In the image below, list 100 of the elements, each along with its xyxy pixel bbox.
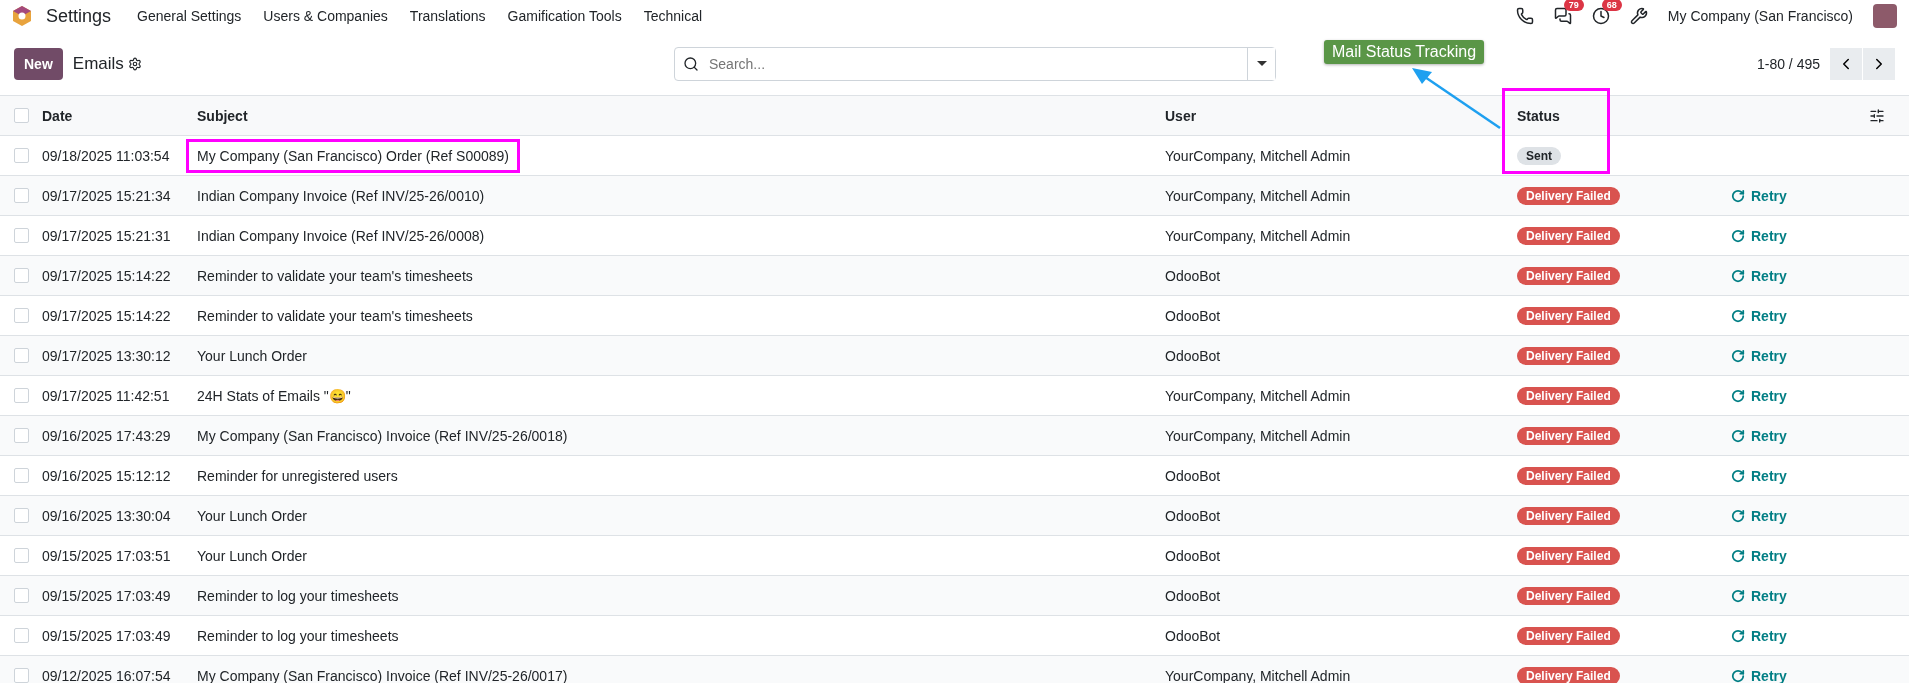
- table-cell-text: 09/17/2025 15:21:31: [42, 227, 172, 244]
- retry-button[interactable]: Retry: [1731, 227, 1787, 244]
- new-button[interactable]: New: [14, 47, 63, 80]
- refresh-icon: [1731, 668, 1745, 683]
- refresh-icon: [1731, 268, 1745, 283]
- previous-button[interactable]: [1830, 47, 1862, 80]
- row-checkbox[interactable]: [14, 508, 29, 523]
- status-badge: Delivery Failed: [1517, 506, 1620, 525]
- row-checkbox[interactable]: [14, 428, 29, 443]
- row-checkbox[interactable]: [14, 548, 29, 563]
- refresh-icon: [1731, 308, 1745, 323]
- phone-icon[interactable]: [1515, 7, 1534, 25]
- table-cell-text: Your Lunch Order: [196, 506, 308, 526]
- next-button[interactable]: [1863, 47, 1895, 80]
- status-badge: Delivery Failed: [1517, 266, 1620, 285]
- row-checkbox[interactable]: [14, 628, 29, 643]
- column-header[interactable]: Subject: [197, 107, 248, 124]
- table-cell-text: 09/17/2025 15:14:22: [42, 267, 172, 284]
- menu-item[interactable]: Technical: [643, 8, 703, 24]
- refresh-icon: [1731, 188, 1745, 203]
- table-cell-text: 09/16/2025 17:43:29: [42, 427, 172, 444]
- table-cell-text: 09/15/2025 17:03:51: [42, 547, 172, 564]
- table-cell-text: OdooBot: [1165, 587, 1222, 604]
- retry-button[interactable]: Retry: [1731, 627, 1787, 644]
- retry-button[interactable]: Retry: [1731, 267, 1787, 284]
- table-cell-text: 24H Stats of Emails "😄": [196, 386, 352, 406]
- retry-button[interactable]: Retry: [1731, 547, 1787, 564]
- table-cell-text: OdooBot: [1165, 627, 1222, 644]
- row-checkbox[interactable]: [14, 588, 29, 603]
- status-badge: Delivery Failed: [1517, 306, 1620, 325]
- row-checkbox[interactable]: [14, 268, 29, 283]
- table-cell-text: 09/15/2025 17:03:49: [42, 587, 172, 604]
- status-badge: Delivery Failed: [1517, 346, 1620, 365]
- row-checkbox[interactable]: [14, 468, 29, 483]
- status-badge: Delivery Failed: [1517, 186, 1620, 205]
- search-field[interactable]: Search...: [674, 46, 1276, 81]
- table-cell-text: Indian Company Invoice (Ref INV/25-26/0008): [196, 226, 486, 246]
- status-badge: Delivery Failed: [1517, 586, 1620, 605]
- refresh-icon: [1731, 468, 1745, 483]
- retry-button[interactable]: Retry: [1731, 347, 1787, 364]
- table-cell-text: 09/17/2025 15:14:22: [42, 307, 172, 324]
- retry-button[interactable]: Retry: [1731, 187, 1787, 204]
- row-checkbox[interactable]: [14, 308, 29, 323]
- avatar[interactable]: [1873, 4, 1897, 28]
- retry-button[interactable]: Retry: [1731, 507, 1787, 524]
- refresh-icon: [1731, 388, 1745, 403]
- table-cell-text: YourCompany, Mitchell Admin: [1165, 147, 1352, 164]
- menu-item[interactable]: Gamification Tools: [507, 8, 622, 24]
- table-cell-text: OdooBot: [1165, 307, 1222, 324]
- table-cell-text: Indian Company Invoice (Ref INV/25-26/0010): [196, 186, 486, 206]
- refresh-icon: [1731, 548, 1745, 563]
- column-header[interactable]: User: [1165, 107, 1197, 124]
- table-cell: My Company (San Francisco) Order (Ref S00089): [189, 141, 517, 170]
- table-cell-text: My Company (San Francisco) Invoice (Ref INV/25-26/0018): [196, 426, 569, 446]
- refresh-icon: [1731, 428, 1745, 443]
- retry-button[interactable]: Retry: [1731, 587, 1787, 604]
- row-checkbox[interactable]: [14, 228, 29, 243]
- refresh-icon: [1731, 228, 1745, 243]
- chat-icon[interactable]: [1553, 7, 1572, 25]
- tools-icon[interactable]: [1629, 7, 1648, 25]
- annotation-callout: Mail Status Tracking: [1324, 40, 1485, 64]
- count-badge: 79: [1563, 0, 1584, 11]
- refresh-icon: [1731, 508, 1745, 523]
- refresh-icon: [1731, 628, 1745, 643]
- table-cell-text: OdooBot: [1165, 347, 1222, 364]
- row-checkbox[interactable]: [14, 188, 29, 203]
- retry-button[interactable]: Retry: [1731, 307, 1787, 324]
- column-header[interactable]: Date: [42, 107, 73, 124]
- status-badge: Sent: [1517, 146, 1561, 165]
- row-checkbox[interactable]: [14, 668, 29, 683]
- row-checkbox[interactable]: [14, 148, 29, 163]
- retry-button[interactable]: Retry: [1731, 667, 1787, 683]
- table-cell-text: 09/17/2025 15:21:34: [42, 187, 172, 204]
- row-checkbox[interactable]: [14, 348, 29, 363]
- retry-button[interactable]: Retry: [1731, 467, 1787, 484]
- retry-button[interactable]: Retry: [1731, 427, 1787, 444]
- select-all-checkbox[interactable]: [14, 108, 29, 123]
- app-logo-icon: [12, 5, 32, 27]
- menu-item[interactable]: General Settings: [137, 8, 242, 24]
- app-title[interactable]: Settings: [46, 5, 112, 27]
- table-cell-text: YourCompany, Mitchell Admin: [1165, 227, 1352, 244]
- status-badge: Delivery Failed: [1517, 386, 1620, 405]
- menu-item[interactable]: Users & Companies: [263, 8, 388, 24]
- table-cell-text: Your Lunch Order: [196, 346, 308, 366]
- company-switcher[interactable]: My Company (San Francisco): [1667, 8, 1853, 24]
- table-cell-text: OdooBot: [1165, 507, 1222, 524]
- column-settings-icon[interactable]: [1869, 107, 1885, 124]
- settings-icon[interactable]: [127, 56, 142, 71]
- table-cell-text: OdooBot: [1165, 267, 1222, 284]
- retry-button[interactable]: Retry: [1731, 387, 1787, 404]
- table-cell-text: YourCompany, Mitchell Admin: [1165, 667, 1352, 683]
- refresh-icon: [1731, 588, 1745, 603]
- table-cell-text: Your Lunch Order: [196, 546, 308, 566]
- search-options-button[interactable]: [1247, 47, 1275, 80]
- menu-item[interactable]: Translations: [409, 8, 486, 24]
- table-cell-text: 09/15/2025 17:03:49: [42, 627, 172, 644]
- clock-icon[interactable]: [1591, 7, 1610, 25]
- column-header[interactable]: Status: [1517, 107, 1560, 124]
- row-checkbox[interactable]: [14, 388, 29, 403]
- table-cell-text: YourCompany, Mitchell Admin: [1165, 387, 1352, 404]
